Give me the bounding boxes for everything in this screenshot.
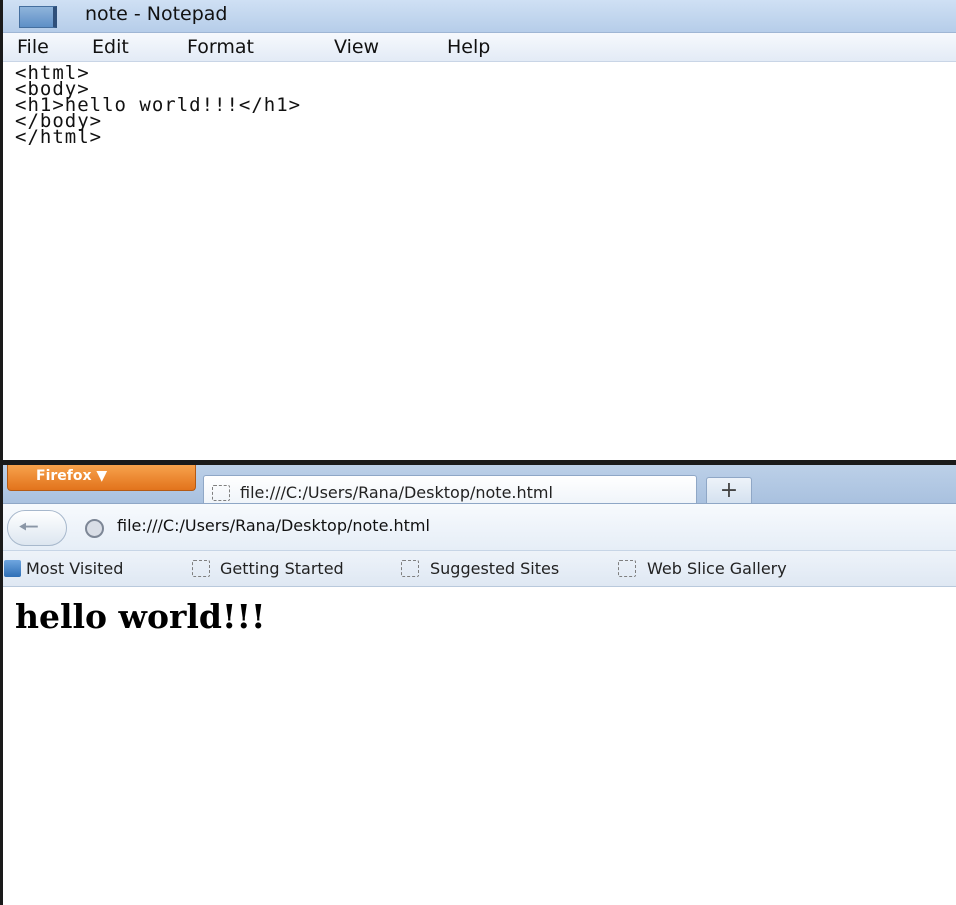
- menu-file[interactable]: File: [17, 36, 49, 58]
- menu-view[interactable]: View: [334, 36, 379, 58]
- notepad-icon: [19, 6, 57, 28]
- bookmark-most-visited[interactable]: Most Visited: [26, 559, 123, 578]
- bookmarks-toolbar: Most Visited Getting Started Suggested S…: [3, 551, 956, 587]
- tab-strip: Firefox ▼ file:///C:/Users/Rana/Desktop/…: [3, 463, 956, 507]
- bookmark-suggested-sites[interactable]: Suggested Sites: [430, 559, 559, 578]
- page-heading: hello world!!!: [15, 597, 266, 636]
- url-bar[interactable]: file:///C:/Users/Rana/Desktop/note.html: [117, 516, 430, 535]
- menu-help[interactable]: Help: [447, 36, 490, 58]
- navigation-bar: 🠔 file:///C:/Users/Rana/Desktop/note.htm…: [3, 503, 956, 551]
- firefox-menu-button[interactable]: Firefox ▼: [7, 465, 196, 491]
- blank-page-icon: [212, 485, 230, 501]
- menu-edit[interactable]: Edit: [92, 36, 129, 58]
- text-editor-area[interactable]: <html> <body> <h1>hello world!!!</h1> </…: [15, 64, 945, 455]
- page-content: hello world!!!: [3, 587, 956, 905]
- globe-icon[interactable]: [85, 519, 104, 538]
- menu-bar: File Edit Format View Help: [3, 33, 956, 62]
- notepad-window: note - Notepad File Edit Format View Hel…: [0, 0, 956, 463]
- blank-page-icon: [618, 560, 636, 577]
- bookmark-getting-started[interactable]: Getting Started: [220, 559, 344, 578]
- blank-page-icon: [192, 560, 210, 577]
- window-title: note - Notepad: [85, 3, 228, 25]
- bookmarks-icon: [4, 560, 21, 577]
- blank-page-icon: [401, 560, 419, 577]
- new-tab-button[interactable]: +: [706, 477, 752, 505]
- notepad-titlebar[interactable]: note - Notepad: [3, 0, 956, 33]
- menu-format[interactable]: Format: [187, 36, 254, 58]
- back-arrow-icon[interactable]: 🠔: [7, 510, 67, 546]
- bookmark-web-slice-gallery[interactable]: Web Slice Gallery: [647, 559, 787, 578]
- tab-title: file:///C:/Users/Rana/Desktop/note.html: [240, 483, 553, 502]
- firefox-window: Firefox ▼ file:///C:/Users/Rana/Desktop/…: [0, 463, 956, 905]
